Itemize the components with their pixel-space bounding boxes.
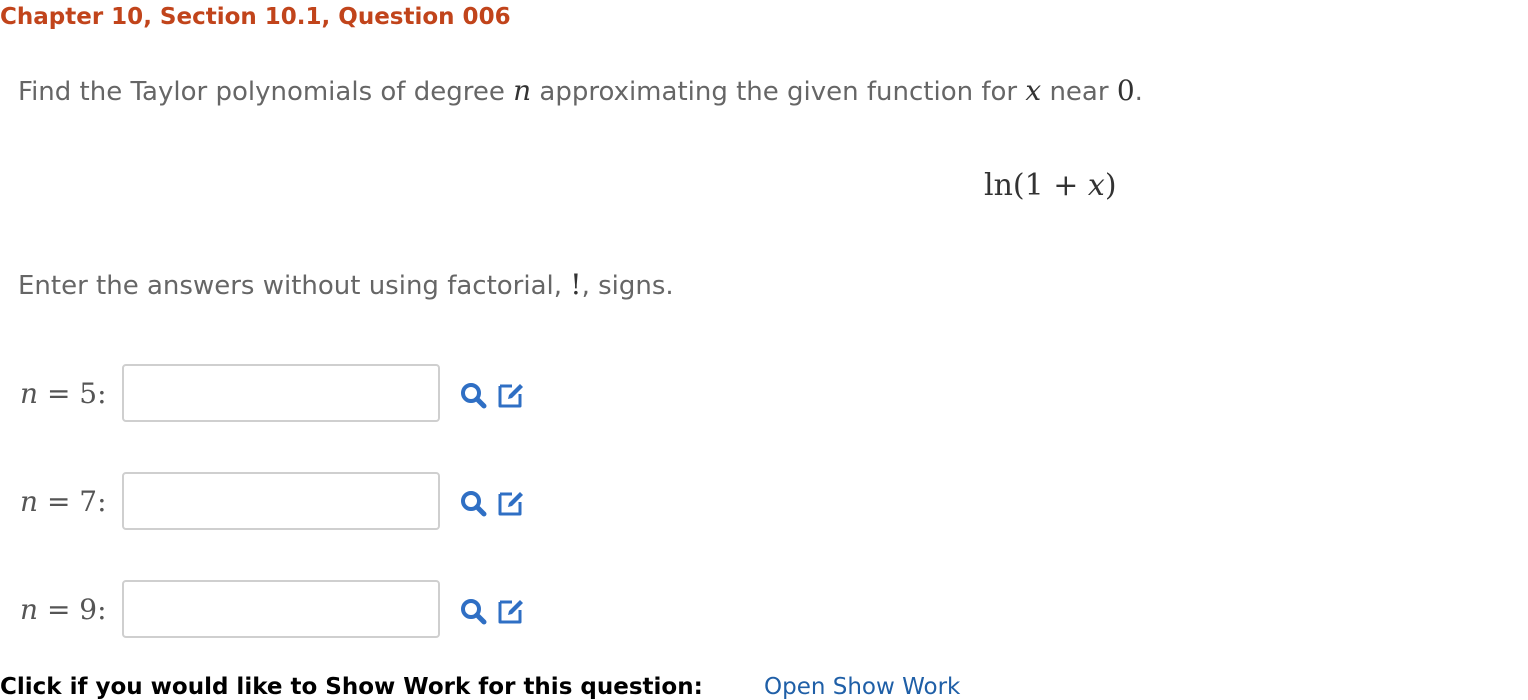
- math-var-x: x: [1025, 74, 1042, 107]
- prompt-text-3: near: [1041, 77, 1117, 107]
- instruction-text: Enter the answers without using factoria…: [18, 268, 674, 301]
- label-text: = 7:: [38, 485, 107, 518]
- answer-label: n = 5:: [20, 377, 107, 410]
- answer-input-n9[interactable]: [122, 580, 440, 638]
- answer-input-n7[interactable]: [122, 472, 440, 530]
- answer-label: n = 7:: [20, 485, 107, 518]
- open-show-work-link[interactable]: Open Show Work: [764, 674, 960, 700]
- edit-pencil-icon[interactable]: [496, 596, 526, 626]
- question-prompt: Find the Taylor polynomials of degree n …: [18, 74, 1143, 107]
- prompt-text-2: approximating the given function for: [531, 77, 1026, 107]
- answer-input-n5[interactable]: [122, 364, 440, 422]
- answer-row-n7: n = 7:: [0, 472, 560, 532]
- function-var: x: [1087, 168, 1105, 203]
- instruction-part-1: Enter the answers without using factoria…: [18, 271, 571, 301]
- edit-pencil-icon[interactable]: [496, 380, 526, 410]
- magnifying-glass-icon[interactable]: [458, 488, 488, 518]
- answer-row-n9: n = 9:: [0, 580, 560, 640]
- factorial-symbol: !: [570, 268, 582, 301]
- instruction-part-2: , signs.: [581, 271, 674, 301]
- label-text: = 5:: [38, 377, 107, 410]
- prompt-text-4: .: [1134, 77, 1143, 107]
- edit-pencil-icon[interactable]: [496, 488, 526, 518]
- prompt-text-1: Find the Taylor polynomials of degree: [18, 77, 514, 107]
- label-text: = 9:: [38, 593, 107, 626]
- label-var: n: [20, 593, 39, 626]
- answer-row-n5: n = 5:: [0, 364, 560, 424]
- math-var-n: n: [513, 74, 532, 107]
- label-var: n: [20, 485, 39, 518]
- show-work-prompt: Click if you would like to Show Work for…: [0, 674, 703, 700]
- label-var: n: [20, 377, 39, 410]
- answer-label: n = 9:: [20, 593, 107, 626]
- function-display: ln(1 + x): [984, 168, 1117, 203]
- math-zero: 0: [1116, 74, 1135, 107]
- magnifying-glass-icon[interactable]: [458, 596, 488, 626]
- function-suffix: ): [1104, 168, 1117, 203]
- question-header: Chapter 10, Section 10.1, Question 006: [0, 4, 511, 30]
- function-prefix: ln(1 +: [984, 168, 1088, 203]
- magnifying-glass-icon[interactable]: [458, 380, 488, 410]
